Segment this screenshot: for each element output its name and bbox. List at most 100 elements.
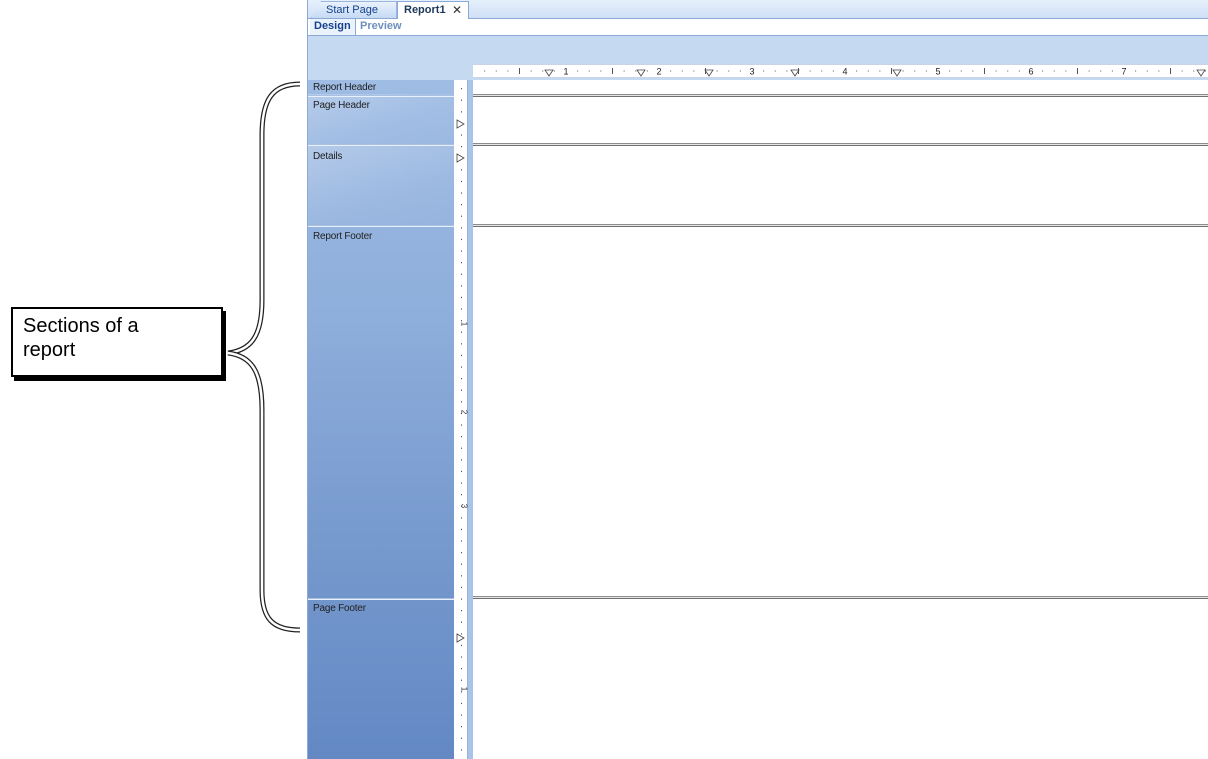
ruler-tick-dot [461, 749, 462, 751]
document-tab-strip: Start Page Report1 ✕ [308, 0, 1208, 19]
ruler-marker-icon[interactable] [892, 69, 902, 77]
close-icon[interactable]: ✕ [452, 2, 462, 18]
brace-upper-curve-inner [227, 82, 301, 355]
ruler-tick-dot [461, 668, 462, 670]
ruler-marker-icon[interactable] [456, 153, 465, 163]
ruler-tick-dot [461, 552, 462, 554]
ruler-tick-dot [809, 70, 811, 72]
callout-text-line2: report [23, 339, 76, 361]
ruler-number: 1 [563, 67, 568, 77]
callout-box: Sections of a report [11, 307, 223, 377]
ruler-tick-dot [530, 70, 532, 72]
ruler-tick-dot [461, 146, 462, 148]
section-divider-page-header[interactable] [473, 143, 1208, 146]
ruler-tick-dot [1193, 70, 1195, 72]
ruler-tick-dot [902, 70, 904, 72]
ruler-tick-dot [461, 204, 462, 206]
ruler-tick-dot [484, 70, 486, 72]
ruler-number: 2 [656, 67, 661, 77]
ruler-marker-icon[interactable] [1196, 69, 1206, 77]
ruler-tick-dot [461, 88, 462, 90]
ruler-tick-dot [867, 70, 869, 72]
ruler-tick-dot [960, 70, 962, 72]
ruler-tick-dot [461, 459, 462, 461]
ruler-tick-dot [1181, 70, 1183, 72]
ruler-tick-dot [461, 610, 462, 612]
ruler-tick-dot [461, 296, 462, 299]
ruler-tick-dot [461, 575, 462, 577]
ruler-tick-dot [461, 273, 462, 275]
ruler-tick-dot [623, 70, 625, 72]
ruler-tick-dot [461, 389, 462, 391]
ruler-tick-dot [461, 482, 462, 484]
ruler-tick-dot [461, 169, 462, 171]
ruler-number: 3 [749, 67, 754, 77]
ruler-tick-dot [1065, 70, 1067, 72]
ruler-tick-dot [542, 70, 544, 72]
ruler-tick-dot [461, 470, 462, 473]
ruler-tick-dot [461, 111, 462, 113]
ruler-tick-dot [681, 70, 683, 72]
ruler-tick-dot [461, 656, 462, 658]
ruler-tick-dot [1146, 70, 1148, 72]
section-divider-details[interactable] [473, 224, 1208, 227]
ruler-tick-dot [461, 308, 462, 310]
section-divider-report-footer[interactable] [473, 596, 1208, 599]
tab-start-page[interactable]: Start Page [311, 1, 397, 18]
label-separator [308, 95, 454, 96]
ruler-tick-dot [507, 70, 509, 72]
ruler-tick-dot [461, 134, 462, 136]
tab-report1[interactable]: Report1 ✕ [397, 1, 469, 19]
ruler-tick-dot [461, 679, 462, 681]
ruler-tick-dot [786, 70, 788, 72]
ruler-tick-dot [461, 354, 462, 357]
ruler-tick-dot [461, 691, 462, 693]
ruler-tick-dot [461, 99, 462, 101]
ruler-tick-dot [461, 180, 462, 183]
ruler-tick-dot [461, 424, 462, 426]
ruler-marker-icon[interactable] [790, 69, 800, 77]
section-label-report-footer[interactable]: Report Footer [313, 231, 372, 242]
ruler-tick-dot [1018, 70, 1020, 72]
section-label-report-header[interactable]: Report Header [313, 82, 376, 93]
ruler-tick-dot [995, 70, 997, 72]
ruler-tick-dot [693, 70, 695, 72]
ruler-tick-dot [716, 70, 718, 72]
brace-upper-curve [227, 81, 301, 356]
ruler-tick-dot [821, 70, 823, 72]
ruler-marker-icon[interactable] [456, 633, 465, 643]
ruler-tick-dot [949, 70, 951, 72]
ruler-tick-dot [461, 528, 462, 531]
ruler-number: 6 [1028, 67, 1033, 77]
ruler-marker-icon[interactable] [544, 69, 554, 77]
ruler-tick-dot [1088, 70, 1090, 72]
ruler-tick-dot [495, 70, 497, 72]
ruler-tick-dot [879, 70, 881, 72]
section-divider-report-header[interactable] [473, 94, 1208, 97]
ruler-tick-dot [1158, 70, 1160, 72]
ruler-tick-dot [461, 331, 462, 333]
ruler-tick-dot [739, 70, 741, 72]
tab-preview[interactable]: Preview [356, 19, 406, 35]
ruler-tick-dot [763, 70, 765, 72]
ruler-marker-icon[interactable] [704, 69, 714, 77]
ruler-tick-dot [461, 250, 462, 252]
ruler-tick-dot [728, 70, 730, 72]
ruler-tick-dot [461, 215, 462, 217]
section-label-details[interactable]: Details [313, 151, 342, 162]
ruler-tick-dot [461, 517, 462, 519]
ruler-marker-icon[interactable] [456, 119, 465, 129]
ruler-tick-dot [461, 598, 462, 600]
ruler-marker-icon[interactable] [636, 69, 646, 77]
ruler-tick-dot [832, 70, 834, 72]
ruler-number: 4 [842, 67, 847, 77]
section-label-page-footer[interactable]: Page Footer [313, 603, 366, 614]
ruler-tick-dot [461, 644, 462, 647]
tab-design[interactable]: Design [310, 19, 356, 35]
report-canvas[interactable] [473, 80, 1208, 759]
report-designer-window: Start Page Report1 ✕ Design Preview 1 2 3 4… [307, 0, 1208, 759]
label-separator [308, 225, 454, 226]
ruler-tick-dot [461, 343, 462, 345]
ruler-tick-dot [461, 238, 462, 241]
section-label-page-header[interactable]: Page Header [313, 100, 370, 111]
